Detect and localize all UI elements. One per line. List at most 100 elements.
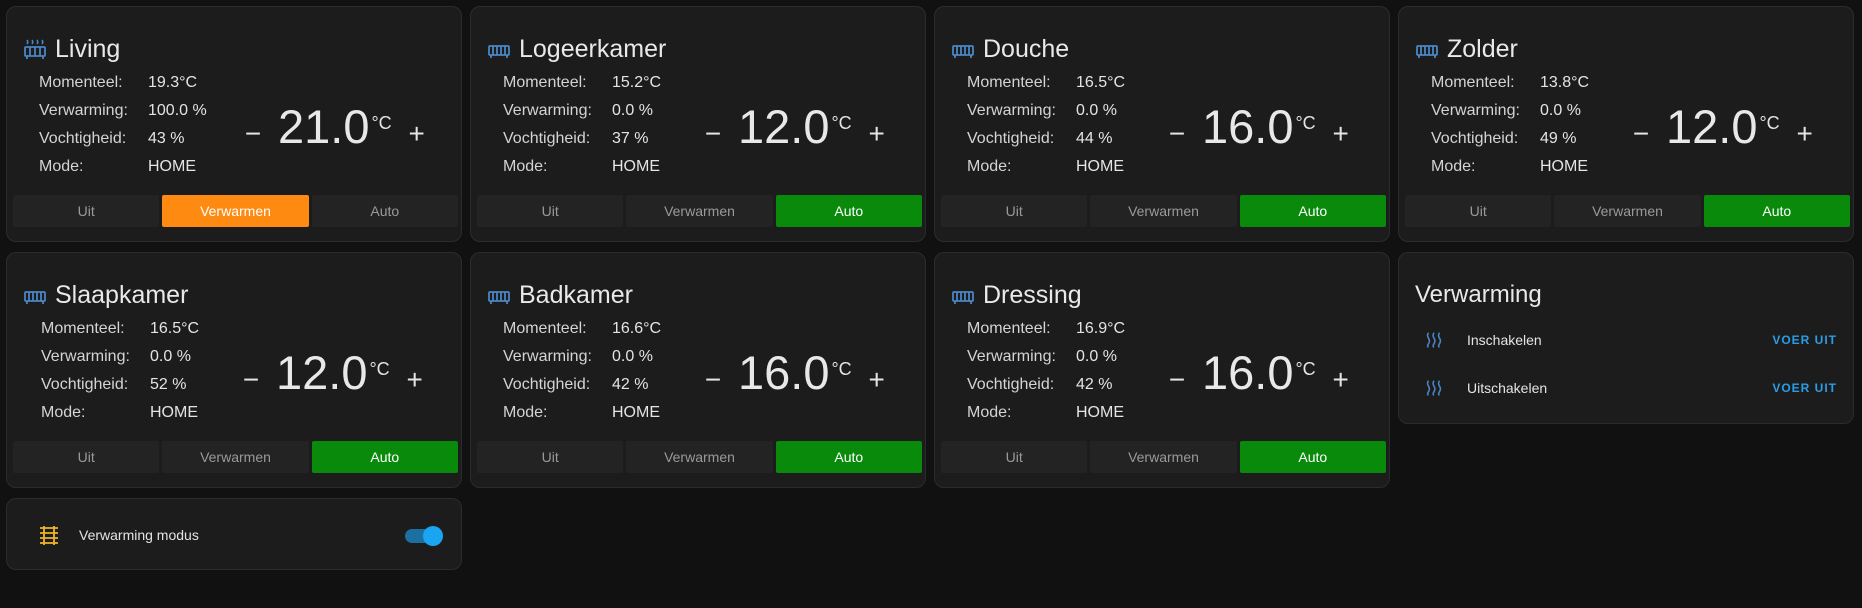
unit-label: °C (369, 359, 390, 379)
increase-button[interactable]: + (405, 365, 425, 395)
increase-button[interactable]: + (867, 119, 887, 149)
mode-off-button[interactable]: Uit (477, 441, 624, 473)
decrease-button[interactable]: − (1167, 365, 1187, 395)
heat-wave-icon (1426, 332, 1442, 349)
humidity-value: 42 % (612, 376, 649, 393)
current-label: Momenteel: (503, 74, 587, 91)
card-title: Dressing (983, 281, 1082, 309)
heat-wave-icon (1426, 380, 1442, 397)
increase-button[interactable]: + (407, 119, 427, 149)
mode-heat-button[interactable]: Verwarmen (1554, 195, 1701, 227)
thermostat-card-living: Living Momenteel: 19.3°C Verwarming: 100.0… (6, 6, 462, 242)
mode-selector: Uit Verwarmen Auto (941, 441, 1386, 473)
heating-coil-icon (40, 526, 58, 545)
radiator-icon (488, 291, 510, 304)
stats-list: Momenteel: 13.8°C Verwarming: 0.0 % Vochti… (1431, 69, 1589, 181)
mode-heat-button[interactable]: Verwarmen (162, 441, 309, 473)
mode-auto-button[interactable]: Auto (1239, 441, 1386, 473)
mode-value: HOME (612, 404, 660, 421)
radiator-icon (488, 45, 510, 58)
verwarming-modus-card: Verwarming modus (6, 498, 462, 570)
increase-button[interactable]: + (1331, 119, 1351, 149)
decrease-button[interactable]: − (703, 119, 723, 149)
heating-label: Verwarming: (503, 102, 592, 119)
run-script-button[interactable]: VOER UIT (1772, 333, 1837, 347)
setpoint-control: − 12.0 °C + (1631, 99, 1815, 159)
decrease-button[interactable]: − (703, 365, 723, 395)
humidity-value: 43 % (148, 130, 185, 147)
current-value: 16.6°C (612, 320, 662, 337)
decrease-button[interactable]: − (1167, 119, 1187, 149)
mode-off-button[interactable]: Uit (1405, 195, 1552, 227)
mode-auto-button[interactable]: Auto (775, 441, 922, 473)
mode-selector: Uit Verwarmen Auto (941, 195, 1386, 227)
current-label: Momenteel: (967, 74, 1051, 91)
mode-off-button[interactable]: Uit (477, 195, 624, 227)
setpoint-value: 21.0 (278, 100, 370, 153)
mode-selector: Uit Verwarmen Auto (477, 195, 922, 227)
current-value: 16.9°C (1076, 320, 1126, 337)
heating-value: 0.0 % (612, 348, 653, 365)
script-label: Uitschakelen (1467, 380, 1548, 396)
stats-list: Momenteel: 16.5°C Verwarming: 0.0 % Vochti… (41, 315, 199, 427)
unit-label: °C (1759, 113, 1780, 133)
mode-auto-button[interactable]: Auto (775, 195, 922, 227)
current-value: 15.2°C (612, 74, 662, 91)
unit-label: °C (371, 113, 392, 133)
increase-button[interactable]: + (867, 365, 887, 395)
humidity-value: 44 % (1076, 130, 1113, 147)
mode-heat-button[interactable]: Verwarmen (162, 195, 309, 227)
mode-value: HOME (1540, 158, 1588, 175)
mode-off-button[interactable]: Uit (13, 441, 160, 473)
card-title: Douche (983, 35, 1070, 63)
toggle-knob (423, 526, 443, 546)
decrease-button[interactable]: − (1631, 119, 1651, 149)
mode-value: HOME (150, 404, 198, 421)
mode-selector: Uit Verwarmen Auto (1405, 195, 1850, 227)
run-script-button[interactable]: VOER UIT (1772, 381, 1837, 395)
setpoint-control: − 16.0 °C + (1167, 345, 1351, 405)
decrease-button[interactable]: − (241, 365, 261, 395)
mode-auto-button[interactable]: Auto (1239, 195, 1386, 227)
mode-label: Mode: (967, 404, 1012, 421)
mode-heat-button[interactable]: Verwarmen (1090, 195, 1237, 227)
heating-label: Verwarming: (967, 102, 1056, 119)
card-title: Zolder (1447, 35, 1518, 63)
toggle-label: Verwarming modus (79, 527, 199, 543)
mode-auto-button[interactable]: Auto (311, 441, 458, 473)
current-label: Momenteel: (503, 320, 587, 337)
heating-value: 0.0 % (1540, 102, 1581, 119)
mode-heat-button[interactable]: Verwarmen (1090, 441, 1237, 473)
card-title: Badkamer (519, 281, 633, 309)
decrease-button[interactable]: − (243, 119, 263, 149)
current-value: 16.5°C (1076, 74, 1126, 91)
increase-button[interactable]: + (1795, 119, 1815, 149)
setpoint-value: 16.0 (1202, 346, 1294, 399)
mode-heat-button[interactable]: Verwarmen (626, 195, 773, 227)
thermostat-card-zolder: Zolder Momenteel: 13.8°C Verwarming: 0.0 %… (1398, 6, 1854, 242)
mode-selector: Uit Verwarmen Auto (477, 441, 922, 473)
heating-label: Verwarming: (41, 348, 130, 365)
radiator-icon (24, 291, 46, 304)
heating-mode-toggle[interactable] (403, 525, 443, 547)
increase-button[interactable]: + (1331, 365, 1351, 395)
humidity-value: 37 % (612, 130, 649, 147)
card-title: Slaapkamer (55, 281, 189, 309)
humidity-label: Vochtigheid: (41, 376, 129, 393)
current-value: 13.8°C (1540, 74, 1590, 91)
thermostat-card-logeerkamer: Logeerkamer Momenteel: 15.2°C Verwarming:… (470, 6, 926, 242)
mode-off-button[interactable]: Uit (941, 195, 1088, 227)
current-label: Momenteel: (1431, 74, 1515, 91)
heating-value: 0.0 % (1076, 348, 1117, 365)
heating-value: 100.0 % (148, 102, 207, 119)
mode-off-button[interactable]: Uit (13, 195, 160, 227)
mode-auto-button[interactable]: Auto (311, 195, 458, 227)
stats-list: Momenteel: 19.3°C Verwarming: 100.0 % Voch… (39, 69, 207, 181)
stats-list: Momenteel: 15.2°C Verwarming: 0.0 % Vochti… (503, 69, 661, 181)
mode-value: HOME (1076, 158, 1124, 175)
mode-off-button[interactable]: Uit (941, 441, 1088, 473)
mode-auto-button[interactable]: Auto (1703, 195, 1850, 227)
current-label: Momenteel: (41, 320, 125, 337)
mode-label: Mode: (1431, 158, 1476, 175)
mode-heat-button[interactable]: Verwarmen (626, 441, 773, 473)
